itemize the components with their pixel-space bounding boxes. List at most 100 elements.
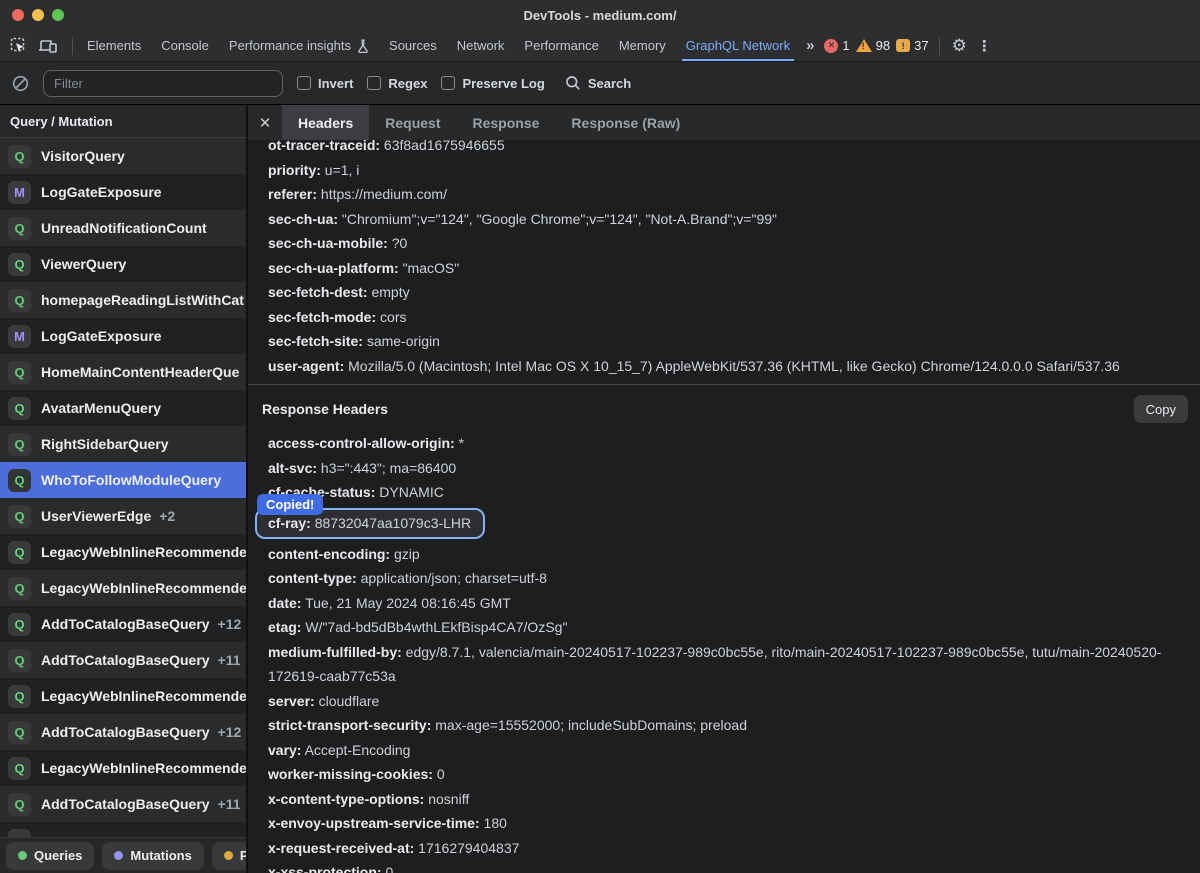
query-list-item[interactable]: Q AddToCatalogBaseQuery +11 bbox=[0, 786, 246, 822]
tab-performance[interactable]: Performance bbox=[514, 30, 608, 61]
query-list-item[interactable]: Q VisitorQuery bbox=[0, 138, 246, 174]
type-color-dot bbox=[18, 851, 27, 860]
query-list-item[interactable]: Q ViewerQuery bbox=[0, 246, 246, 282]
header-value: max-age=15552000; includeSubDomains; pre… bbox=[435, 717, 747, 733]
header-value: 180 bbox=[484, 815, 507, 831]
copied-tooltip: Copied! bbox=[257, 494, 323, 515]
header-name: sec-ch-ua-mobile: bbox=[268, 235, 388, 251]
inspect-element-icon[interactable] bbox=[10, 37, 28, 55]
query-list-item[interactable]: Q AddToCatalogBaseQuery +11 bbox=[0, 642, 246, 678]
settings-gear-icon[interactable]: ⚙ bbox=[944, 36, 975, 56]
clear-filter-icon[interactable] bbox=[12, 75, 29, 92]
query-type-badge: Q bbox=[8, 685, 31, 708]
tab-sources[interactable]: Sources bbox=[379, 30, 447, 61]
header-row: alt-svc: h3=":443"; ma=86400 bbox=[268, 456, 1188, 481]
filter-input[interactable] bbox=[43, 70, 283, 97]
query-name: AddToCatalogBaseQuery bbox=[41, 616, 210, 632]
query-list: Q VisitorQuery M LogGateExposure Q Unrea… bbox=[0, 138, 246, 837]
query-list-item[interactable]: Q LegacyWebInlineRecommende bbox=[0, 570, 246, 606]
toolbar-separator bbox=[72, 37, 73, 55]
cf-ray-focused-row[interactable]: cf-ray: 88732047aa1079c3-LHR Copied! bbox=[255, 508, 485, 539]
query-list-item[interactable]: Q LegacyWebInlineRecommende bbox=[0, 750, 246, 786]
error-icon: ✕ bbox=[824, 39, 838, 53]
query-name: HomeMainContentHeaderQue bbox=[41, 364, 239, 380]
headers-scroll-area[interactable]: ot-tracer-traceid: 63f8ad1675946655 prio… bbox=[248, 140, 1200, 873]
type-filter-pill[interactable]: Pers bbox=[212, 842, 246, 870]
tab-elements[interactable]: Elements bbox=[77, 30, 151, 61]
kebab-menu-icon[interactable]: ⋮ bbox=[975, 37, 1002, 55]
preserve-log-checkbox[interactable] bbox=[441, 76, 455, 90]
query-type-badge: Q bbox=[8, 217, 31, 240]
tab-response-raw[interactable]: Response (Raw) bbox=[555, 105, 696, 140]
query-list-item[interactable]: Q AddToCatalogBaseQuery +12 bbox=[0, 714, 246, 750]
tab-headers[interactable]: Headers bbox=[282, 105, 369, 140]
header-row: vary: Accept-Encoding bbox=[268, 738, 1188, 763]
search-control[interactable]: Search bbox=[565, 75, 631, 91]
header-name: access-control-allow-origin: bbox=[268, 435, 455, 451]
query-list-item[interactable]: Q LegacyWebInlineRecommende bbox=[0, 534, 246, 570]
query-count-suffix: +11 bbox=[218, 652, 241, 668]
query-type-badge: Q bbox=[8, 361, 31, 384]
tab-graphql-network[interactable]: GraphQL Network bbox=[676, 30, 800, 61]
warning-count: 98 bbox=[876, 38, 890, 53]
query-type-badge: Q bbox=[8, 793, 31, 816]
type-filter-label: Mutations bbox=[130, 848, 191, 863]
query-list-item[interactable]: Q LegacyWebInlineRecommende bbox=[0, 678, 246, 714]
header-row: server: cloudflare bbox=[268, 689, 1188, 714]
header-value: W/"7ad-bd5dBb4wthLEkfBisp4CA7/OzSg" bbox=[305, 619, 567, 635]
query-list-item[interactable]: Q AddToCatalogBaseQuery +12 bbox=[0, 606, 246, 642]
header-name: priority: bbox=[268, 162, 321, 178]
tab-performance-insights[interactable]: Performance insights bbox=[219, 30, 379, 61]
toolbar-separator bbox=[939, 37, 940, 55]
header-name: sec-ch-ua-platform: bbox=[268, 260, 399, 276]
header-row: date: Tue, 21 May 2024 08:16:45 GMT bbox=[268, 591, 1188, 616]
header-name: sec-ch-ua: bbox=[268, 211, 338, 227]
query-type-badge: Q bbox=[8, 757, 31, 780]
query-list-item[interactable]: Q UserViewerEdge +2 bbox=[0, 498, 246, 534]
close-details-icon[interactable]: ✕ bbox=[248, 105, 282, 140]
query-list-item[interactable]: M LogGateExposure bbox=[0, 318, 246, 354]
type-filter-label: Pers bbox=[240, 848, 246, 863]
query-type-badge: Q bbox=[8, 289, 31, 312]
header-name: x-request-received-at: bbox=[268, 840, 414, 856]
tab-memory[interactable]: Memory bbox=[609, 30, 676, 61]
query-list-item[interactable]: Q HomeMainContentHeaderQue bbox=[0, 354, 246, 390]
invert-checkbox[interactable] bbox=[297, 76, 311, 90]
header-name: worker-missing-cookies: bbox=[268, 766, 433, 782]
issues-badge[interactable]: ! 37 bbox=[896, 38, 928, 53]
invert-checkbox-row[interactable]: Invert bbox=[297, 76, 353, 91]
tab-console[interactable]: Console bbox=[151, 30, 219, 61]
header-name: medium-fulfilled-by: bbox=[268, 644, 402, 660]
query-list-item[interactable] bbox=[0, 822, 246, 837]
device-toolbar-icon[interactable] bbox=[38, 37, 58, 55]
more-tabs-button[interactable]: » bbox=[800, 37, 818, 54]
type-filter-pill[interactable]: Queries bbox=[6, 842, 94, 870]
regex-checkbox-row[interactable]: Regex bbox=[367, 76, 427, 91]
tab-response[interactable]: Response bbox=[457, 105, 556, 140]
header-value: 0 bbox=[437, 766, 445, 782]
header-row: ot-tracer-traceid: 63f8ad1675946655 bbox=[268, 140, 1188, 158]
tab-network[interactable]: Network bbox=[447, 30, 515, 61]
preserve-log-checkbox-row[interactable]: Preserve Log bbox=[441, 76, 544, 91]
query-name: LegacyWebInlineRecommende bbox=[41, 544, 246, 560]
type-filter-pill[interactable]: Mutations bbox=[102, 842, 203, 870]
query-list-item[interactable]: Q RightSidebarQuery bbox=[0, 426, 246, 462]
query-list-item[interactable]: Q UnreadNotificationCount bbox=[0, 210, 246, 246]
query-list-item[interactable]: Q AvatarMenuQuery bbox=[0, 390, 246, 426]
copy-button[interactable]: Copy bbox=[1134, 395, 1188, 423]
regex-checkbox[interactable] bbox=[367, 76, 381, 90]
query-list-item[interactable]: Q WhoToFollowModuleQuery bbox=[0, 462, 246, 498]
query-count-suffix: +2 bbox=[159, 508, 175, 524]
query-type-badge: M bbox=[8, 325, 31, 348]
query-sidebar: Query / Mutation Q VisitorQuery M LogGat… bbox=[0, 105, 248, 873]
query-list-item[interactable]: M LogGateExposure bbox=[0, 174, 246, 210]
console-warnings-badge[interactable]: ! 98 bbox=[856, 38, 890, 53]
header-row: sec-fetch-site: same-origin bbox=[268, 329, 1188, 354]
header-name: x-xss-protection: bbox=[268, 864, 382, 873]
header-row: sec-fetch-mode: cors bbox=[268, 305, 1188, 330]
console-errors-badge[interactable]: ✕ 1 bbox=[824, 38, 849, 53]
query-list-item[interactable]: Q homepageReadingListWithCat bbox=[0, 282, 246, 318]
query-type-badge: Q bbox=[8, 541, 31, 564]
tab-request[interactable]: Request bbox=[369, 105, 456, 140]
header-row: content-encoding: gzip bbox=[268, 542, 1188, 567]
